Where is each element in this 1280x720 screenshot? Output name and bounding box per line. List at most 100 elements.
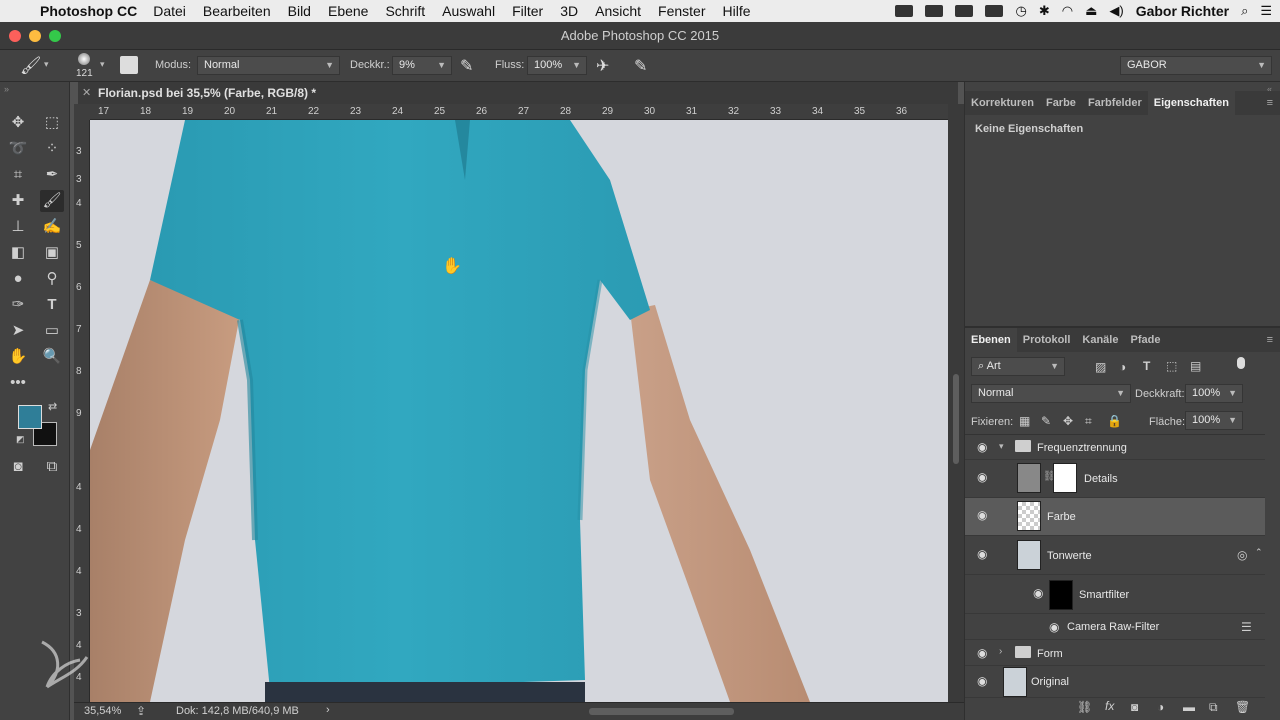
eye-icon[interactable]: ◉ [977, 548, 991, 560]
screen-mode-icon[interactable]: ⧉ [40, 456, 64, 478]
layer-opacity-field[interactable]: 100% ▼ [1185, 384, 1243, 403]
menu-bild[interactable]: Bild [288, 3, 311, 19]
clone-stamp-tool-icon[interactable]: ⊥ [6, 216, 30, 238]
brush-preset-icon[interactable] [78, 53, 90, 65]
mode-select[interactable]: Normal ▼ [197, 56, 340, 75]
adjustment-filter-icon[interactable]: ◑ [1119, 360, 1126, 374]
type-filter-icon[interactable]: T [1143, 359, 1150, 373]
menu-filter[interactable]: Filter [512, 3, 543, 19]
edit-toolbar-icon[interactable]: ••• [6, 372, 30, 394]
brush-tool-icon[interactable]: 🖌 [40, 190, 64, 212]
menu-datei[interactable]: Datei [153, 3, 186, 19]
hand-tool-icon[interactable]: ✋ [6, 346, 30, 368]
gradient-tool-icon[interactable]: ▣ [40, 242, 64, 264]
tab-ebenen[interactable]: Ebenen [965, 328, 1017, 352]
layer-row-form[interactable]: ◉ › Form [965, 640, 1265, 666]
tab-kanaele[interactable]: Kanäle [1076, 328, 1124, 352]
time-machine-icon[interactable]: ◷ [1015, 3, 1026, 19]
history-brush-tool-icon[interactable]: ✍ [40, 216, 64, 238]
lasso-tool-icon[interactable]: ➰ [6, 138, 30, 160]
app-menu[interactable]: Photoshop CC [40, 3, 137, 19]
tab-pfade[interactable]: Pfade [1124, 328, 1166, 352]
layer-filter-select[interactable]: ⌕ Art ▼ [971, 357, 1065, 376]
tab-korrekturen[interactable]: Korrekturen [965, 91, 1040, 115]
eye-icon[interactable]: ◉ [1033, 587, 1047, 599]
bluetooth-icon[interactable]: ✱ [1039, 3, 1050, 19]
flow-field[interactable]: 100% ▼ [527, 56, 587, 75]
zoom-tool-icon[interactable]: 🔍 [40, 346, 64, 368]
eraser-tool-icon[interactable]: ◧ [6, 242, 30, 264]
tab-eigenschaften[interactable]: Eigenschaften [1147, 91, 1235, 115]
default-colors-icon[interactable]: ◩ [16, 434, 25, 445]
pressure-opacity-icon[interactable]: ✎ [460, 56, 473, 76]
ruler-origin[interactable] [74, 104, 90, 120]
link-layers-icon[interactable]: ⛓ [1077, 700, 1092, 714]
lock-transparent-icon[interactable]: ▦ [1019, 414, 1030, 428]
fx-icon[interactable]: fx [1105, 699, 1114, 713]
mail-icon[interactable] [955, 5, 974, 17]
pen-tool-icon[interactable]: ✑ [6, 294, 30, 316]
shape-filter-icon[interactable]: ⬚ [1166, 359, 1177, 373]
new-layer-icon[interactable]: ⧉ [1209, 700, 1218, 715]
panel-menu-icon[interactable]: ≡ [1267, 328, 1273, 352]
workspace-select[interactable]: GABOR ▼ [1120, 56, 1272, 75]
filter-options-icon[interactable]: ☰ [1241, 620, 1252, 634]
zoom-window-button[interactable] [49, 30, 61, 42]
camera-icon[interactable] [925, 5, 944, 17]
volume-icon[interactable]: ◀) [1109, 3, 1123, 19]
eye-icon[interactable]: ◉ [977, 441, 991, 453]
brush-tool-icon[interactable]: 🖌 [20, 56, 42, 76]
foreground-color-swatch[interactable] [18, 405, 42, 429]
layer-row-smartfilter[interactable]: ◉ Smartfilter [965, 576, 1265, 614]
lock-image-icon[interactable]: ✎ [1041, 414, 1051, 428]
path-selection-tool-icon[interactable]: ➤ [6, 320, 30, 342]
marquee-tool-icon[interactable]: ⬚ [40, 112, 64, 134]
tab-protokoll[interactable]: Protokoll [1017, 328, 1077, 352]
layer-row-details[interactable]: ◉ ⛓ Details [965, 460, 1265, 498]
layer-row-original[interactable]: ◉ Original [965, 666, 1265, 698]
minimize-window-button[interactable] [29, 30, 41, 42]
eye-icon[interactable]: ◉ [1049, 621, 1063, 633]
eye-icon[interactable]: ◉ [977, 471, 991, 483]
document-canvas[interactable]: ✋ [90, 120, 948, 702]
smart-filter-badge-icon[interactable]: ◎ [1237, 548, 1247, 562]
quick-selection-tool-icon[interactable]: ⁘ [40, 138, 64, 160]
pressure-size-icon[interactable]: ✎ [634, 56, 647, 76]
layer-row-camera-raw-filter[interactable]: ◉ Camera Raw-Filter ☰ [965, 614, 1265, 640]
tab-farbfelder[interactable]: Farbfelder [1082, 91, 1148, 115]
menu-hilfe[interactable]: Hilfe [723, 3, 751, 19]
notification-center-icon[interactable]: ☰ [1260, 3, 1272, 19]
scroll-thumb[interactable] [953, 374, 959, 464]
crop-tool-icon[interactable]: ⌗ [6, 164, 30, 186]
brush-panel-toggle-icon[interactable] [120, 56, 138, 74]
menu-bearbeiten[interactable]: Bearbeiten [203, 3, 271, 19]
panel-menu-icon[interactable]: ≡ [1267, 91, 1273, 115]
eye-icon[interactable]: ◉ [977, 509, 991, 521]
rectangle-tool-icon[interactable]: ▭ [40, 320, 64, 342]
adjustment-layer-icon[interactable]: ◑ [1157, 700, 1164, 714]
filter-toggle-icon[interactable] [1237, 357, 1245, 369]
smart-object-filter-icon[interactable]: ▤ [1190, 359, 1201, 373]
chevron-up-icon[interactable]: ⌃ [1255, 547, 1263, 558]
swap-colors-icon[interactable]: ⇄ [48, 400, 57, 413]
brush-preset-chevron-icon[interactable]: ▾ [100, 59, 105, 70]
share-icon[interactable]: ⇪ [136, 704, 146, 718]
layer-row-frequenztrennung[interactable]: ◉ ▾ Frequenztrennung [965, 436, 1265, 460]
chevron-right-icon[interactable]: › [999, 646, 1002, 657]
dodge-tool-icon[interactable]: ⚲ [40, 268, 64, 290]
horizontal-scrollbar[interactable] [589, 708, 734, 715]
airbrush-icon[interactable]: ✈ [596, 56, 609, 76]
home-icon[interactable] [895, 5, 914, 17]
chevron-down-icon[interactable]: ▾ [999, 441, 1004, 452]
collapse-icon[interactable]: » [4, 84, 9, 94]
vertical-scrollbar[interactable] [948, 104, 964, 702]
eye-icon[interactable]: ◉ [977, 647, 991, 659]
eyedropper-tool-icon[interactable]: ✒ [40, 164, 64, 186]
move-tool-icon[interactable]: ✥ [6, 112, 30, 134]
blend-mode-select[interactable]: Normal ▼ [971, 384, 1131, 403]
tab-farbe[interactable]: Farbe [1040, 91, 1082, 115]
type-tool-icon[interactable]: T [40, 294, 64, 316]
opacity-field[interactable]: 9% ▼ [392, 56, 452, 75]
menu-ebene[interactable]: Ebene [328, 3, 368, 19]
menu-schrift[interactable]: Schrift [385, 3, 425, 19]
